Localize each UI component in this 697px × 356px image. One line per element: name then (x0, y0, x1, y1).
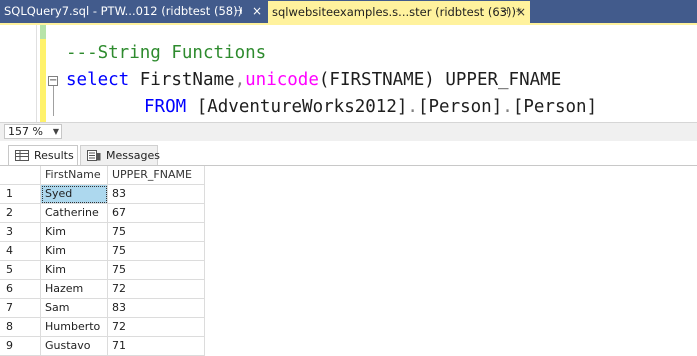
tab-results-label: Results (34, 149, 74, 162)
cell-upper-fname[interactable]: 72 (108, 280, 205, 299)
grid-icon (15, 150, 29, 161)
row-number[interactable]: 5 (0, 261, 41, 280)
row-number[interactable]: 7 (0, 299, 41, 318)
function-args: (FIRSTNAME) (318, 70, 435, 90)
tab-sqlwebsiteexamples[interactable]: sqlwebsiteexamples.s...ster (ridbtest (6… (268, 1, 530, 23)
messages-icon (87, 150, 101, 161)
table-row[interactable]: 8 Humberto 72 (0, 318, 205, 337)
document-tab-strip: SQLQuery7.sql - PTW...012 (ridbtest (58)… (0, 0, 697, 23)
table-row[interactable]: 3 Kim 75 (0, 223, 205, 242)
cell-upper-fname[interactable]: 83 (108, 299, 205, 318)
keyword-select: select (66, 70, 130, 90)
database-name: [AdventureWorks2012] (186, 97, 408, 117)
cell-firstname[interactable]: Sam (41, 299, 108, 318)
fold-guide-line (53, 86, 54, 116)
row-number-header[interactable] (0, 166, 41, 185)
table-row[interactable]: 9 Gustavo 71 (0, 337, 205, 356)
tab-sqlquery7[interactable]: SQLQuery7.sql - PTW...012 (ridbtest (58)… (0, 0, 268, 23)
cell-firstname[interactable]: Kim (41, 261, 108, 280)
table-row[interactable]: 2 Catherine 67 (0, 204, 205, 223)
cell-upper-fname[interactable]: 75 (108, 261, 205, 280)
keyword-from: FROM (144, 97, 187, 117)
cell-upper-fname[interactable]: 75 (108, 223, 205, 242)
cell-upper-fname[interactable]: 67 (108, 204, 205, 223)
row-number[interactable]: 6 (0, 280, 41, 299)
tab-messages-label: Messages (106, 149, 160, 162)
table-row[interactable]: 6 Hazem 72 (0, 280, 205, 299)
row-number[interactable]: 8 (0, 318, 41, 337)
function-unicode: unicode (245, 70, 319, 90)
cell-firstname[interactable]: Humberto (41, 318, 108, 337)
cell-firstname[interactable]: Kim (41, 223, 108, 242)
close-icon[interactable]: × (516, 1, 526, 23)
pin-icon[interactable]: ⊣ (234, 0, 243, 23)
collapse-icon[interactable]: − (48, 76, 58, 86)
row-number[interactable]: 2 (0, 204, 41, 223)
cell-upper-fname[interactable]: 72 (108, 318, 205, 337)
tab-messages[interactable]: Messages (80, 145, 160, 165)
table-row[interactable]: 5 Kim 75 (0, 261, 205, 280)
dot-separator: . (407, 97, 418, 117)
table-name: [Person] (512, 97, 598, 117)
column-header-firstname[interactable]: FirstName (41, 166, 108, 185)
row-number[interactable]: 1 (0, 185, 41, 204)
editor-gutter (0, 25, 37, 122)
cell-upper-fname[interactable]: 75 (108, 242, 205, 261)
table-row[interactable]: 4 Kim 75 (0, 242, 205, 261)
comma: , (234, 70, 246, 90)
zoom-bar: 157 % ▼ (0, 122, 697, 142)
cell-upper-fname[interactable]: 83 (108, 185, 205, 204)
change-marker-bar (40, 25, 46, 122)
table-row[interactable]: 7 Sam 83 (0, 299, 205, 318)
identifier-firstname: FirstName (129, 70, 235, 90)
query-editor[interactable]: − ---String Functions select FirstName,u… (0, 25, 697, 122)
code-line-from: FROM [AdventureWorks2012].[Person].[Pers… (144, 97, 597, 117)
table-row[interactable]: 1 Syed 83 (0, 185, 205, 204)
saved-change-marker (40, 25, 46, 39)
tab-label: sqlwebsiteexamples.s...ster (ridbtest (6… (272, 5, 522, 19)
column-header-upper-fname[interactable]: UPPER_FNAME (108, 166, 205, 185)
cell-upper-fname[interactable]: 71 (108, 337, 205, 356)
grid-header-row: FirstName UPPER_FNAME (0, 166, 205, 185)
cell-firstname[interactable]: Hazem (41, 280, 108, 299)
zoom-value: 157 % (8, 125, 43, 138)
row-number[interactable]: 9 (0, 337, 41, 356)
schema-name: [Person] (417, 97, 503, 117)
results-tab-strip: Results Messages (0, 141, 697, 165)
pin-icon[interactable]: ⊣ (500, 1, 509, 23)
code-line-select: select FirstName,unicode(FIRSTNAME) UPPE… (66, 70, 561, 90)
zoom-select[interactable]: 157 % ▼ (4, 124, 62, 139)
dot-separator: . (502, 97, 513, 117)
tab-results[interactable]: Results (8, 145, 78, 165)
row-number[interactable]: 3 (0, 223, 41, 242)
code-line-comment: ---String Functions (66, 43, 267, 63)
cell-firstname[interactable]: Syed (41, 185, 108, 204)
cell-firstname[interactable]: Catherine (41, 204, 108, 223)
cell-firstname[interactable]: Gustavo (41, 337, 108, 356)
close-icon[interactable]: × (252, 0, 262, 23)
identifier-upper-fname: UPPER_FNAME (434, 70, 562, 90)
tab-label: SQLQuery7.sql - PTW...012 (ridbtest (58)… (4, 4, 243, 18)
chevron-down-icon[interactable]: ▼ (53, 125, 59, 138)
cell-firstname[interactable]: Kim (41, 242, 108, 261)
row-number[interactable]: 4 (0, 242, 41, 261)
results-grid[interactable]: FirstName UPPER_FNAME 1 Syed 83 2 Cather… (0, 165, 697, 356)
